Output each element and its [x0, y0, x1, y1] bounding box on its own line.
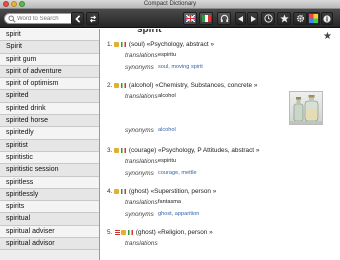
synonyms-label: synonyms [125, 211, 154, 218]
flag-it-en-button[interactable] [199, 12, 213, 25]
entry-4: 4. (ghost) «Superstition, person » trans… [107, 188, 335, 219]
category-marker-icon [114, 82, 120, 88]
synonyms-label: synonyms [125, 64, 154, 71]
category-marker-icon [121, 229, 127, 235]
synonyms-value[interactable]: ghost, apparition [158, 211, 199, 217]
word-list-item[interactable]: spirited horse [0, 115, 99, 128]
triangle-left-icon [237, 15, 243, 22]
search-field[interactable] [4, 13, 79, 24]
word-list-item[interactable]: spiritedly [0, 127, 99, 140]
headphones-icon [220, 14, 228, 23]
entry-5: 5. (ghost) «Religion, person » translati… [107, 229, 335, 248]
illustration-image [289, 91, 323, 125]
word-list-item[interactable]: spiritist [0, 139, 99, 152]
translations-value: espiritu [158, 158, 177, 164]
window-title: Compact Dictionary [143, 1, 197, 7]
swap-icon [89, 14, 96, 23]
synonyms-value[interactable]: courage, mettle [158, 170, 197, 176]
back-arrow-icon [74, 14, 80, 23]
word-list-item[interactable]: spiritual advisor [0, 238, 99, 251]
color-palette-icon [309, 14, 318, 23]
word-list-item[interactable]: spirit of optimism [0, 78, 99, 91]
word-list-item[interactable]: spiritistic [0, 151, 99, 165]
word-list-item[interactable]: spirited [0, 90, 99, 103]
translations-label: translations [125, 158, 158, 165]
flag-en-it-button[interactable] [183, 12, 197, 25]
synonyms-value[interactable]: alcohol [158, 127, 176, 133]
flag-italy-icon [201, 15, 211, 22]
history-button[interactable] [261, 12, 275, 25]
synonyms-label: synonyms [125, 170, 154, 177]
clock-icon [263, 14, 273, 23]
word-list-item[interactable]: spiritual [0, 213, 99, 226]
entry-1: 1. (soul) «Psychology, abstract » transl… [107, 41, 335, 72]
flag-italy-icon [121, 188, 127, 194]
headword: spirit [137, 29, 162, 35]
category-marker-icon [114, 188, 120, 194]
entry-number: 4. [107, 188, 113, 195]
word-list-item[interactable]: spirited drink [0, 102, 99, 116]
word-list-item[interactable]: spiritless [0, 176, 99, 189]
pronounce-button[interactable] [217, 12, 231, 25]
favorites-button[interactable] [277, 12, 291, 25]
translations-value: espiritu [158, 52, 177, 58]
toolbar [0, 9, 340, 28]
entry-heading: (ghost) «Religion, person » [135, 229, 213, 236]
word-list-item[interactable]: spirit [0, 29, 99, 42]
category-marker-icon [114, 147, 120, 153]
flag-italy-icon [121, 147, 127, 153]
definition-pane: spirit ★ 1. (soul) «Psychology, abstract… [101, 29, 340, 260]
translations-value: fantasma [158, 199, 182, 205]
flag-italy-icon [121, 82, 127, 88]
flag-italy-icon [128, 229, 134, 235]
flag-uk-icon [185, 15, 195, 22]
entry-heading: (ghost) «Superstition, person » [128, 188, 217, 195]
back-button[interactable] [71, 12, 84, 25]
translations-label: translations [125, 52, 158, 59]
word-list-item[interactable]: spirit of adventure [0, 65, 99, 79]
info-button[interactable] [321, 12, 333, 25]
info-icon [323, 14, 331, 23]
settings-button[interactable] [293, 12, 307, 25]
entry-number: 3. [107, 147, 113, 154]
theme-button[interactable] [307, 12, 320, 25]
word-list-item[interactable]: spiritual adviser [0, 225, 99, 239]
translations-label: translations [125, 93, 158, 100]
bottles-illustration-icon [290, 95, 322, 124]
history-back-button[interactable] [235, 12, 246, 25]
title-bar: Compact Dictionary [0, 0, 340, 9]
search-input[interactable] [17, 14, 77, 23]
star-icon [279, 14, 289, 23]
gear-icon [296, 14, 304, 23]
word-list-item[interactable]: spirit gum [0, 53, 99, 66]
word-list-item[interactable]: Spirit [0, 41, 99, 54]
triangle-right-icon [250, 15, 256, 22]
forward-button[interactable] [86, 12, 99, 25]
entry-number: 5. [107, 229, 113, 236]
word-list: spirit Spirit spirit gum spirit of adventur… [0, 29, 100, 260]
flag-italy-icon [121, 41, 127, 47]
entry-3: 3. (courage) «Psychology, P Attitudes, a… [107, 147, 335, 178]
history-forward-button[interactable] [247, 12, 258, 25]
entry-heading: (alcohol) «Chemistry, Substances, concre… [128, 82, 258, 89]
search-icon [8, 15, 16, 23]
entry-heading: (courage) «Psychology, P Attitudes, abst… [128, 147, 260, 154]
word-list-item[interactable]: spirits [0, 201, 99, 214]
entry-heading: (soul) «Psychology, abstract » [128, 41, 215, 48]
synonyms-value[interactable]: soul, moving spirit [158, 64, 203, 70]
translations-label: translations [125, 199, 158, 206]
translations-value: alcohol [158, 93, 176, 99]
synonyms-label: synonyms [125, 127, 154, 134]
category-marker-icon [114, 41, 120, 47]
entry-number: 2. [107, 82, 113, 89]
word-list-item[interactable]: spiritistic session [0, 164, 99, 177]
flag-us-icon [115, 229, 121, 235]
word-list-item[interactable]: spiritlessly [0, 188, 99, 202]
translations-label: translations [125, 240, 158, 247]
entry-number: 1. [107, 41, 113, 48]
